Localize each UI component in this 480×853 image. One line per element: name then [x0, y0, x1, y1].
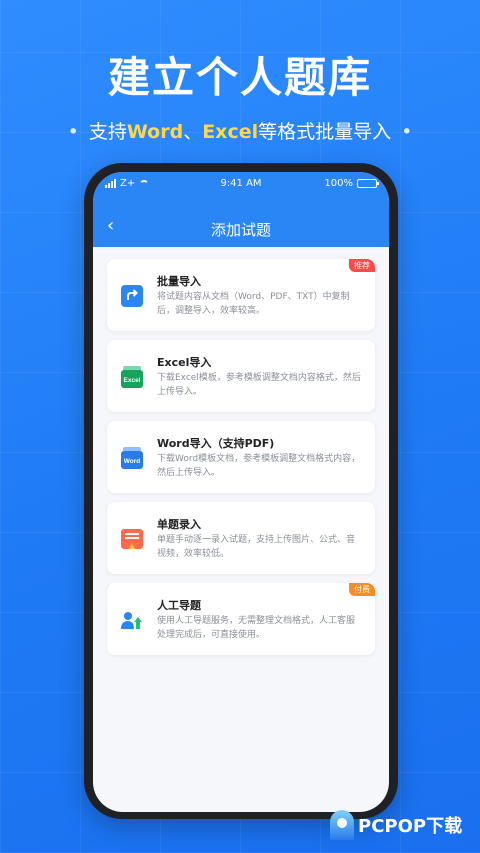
excel-icon-label: Excel — [124, 377, 141, 384]
card-description: 单题手动逐一录入试题，支持上传图片、公式、音视频，效率较低。 — [157, 535, 356, 559]
card-description: 下载Word模板文档，参考模板调整文档格式内容，然后上传导入。 — [157, 454, 361, 478]
card-title: 人工导题 — [157, 599, 201, 612]
app-bar: Z+ 9:41 AM 100% ‹ 添加试题 — [93, 172, 389, 247]
word-icon-label: Word — [124, 458, 141, 465]
subtitle-excel: Excel — [202, 121, 259, 143]
word-icon: Word — [121, 447, 143, 469]
subtitle-prefix: 支持 — [88, 121, 127, 143]
paid-badge: 付费 — [349, 583, 375, 596]
subtitle-sep: 、 — [183, 121, 203, 143]
card-description: 使用人工导题服务，无需整理文档格式，人工客服处理完成后，可直接使用。 — [157, 616, 356, 640]
battery-percent: 100% — [324, 178, 353, 189]
pcpop-logo-icon — [330, 810, 354, 840]
status-right: 100% — [324, 178, 379, 189]
option-batch-import[interactable]: 批量导入 将试题内容从文档（Word、PDF、TXT）中复制后，调整导入，效率较… — [107, 259, 375, 331]
bullet-left: • — [67, 121, 79, 143]
option-word-import[interactable]: Word Word导入（支持PDF) 下载Word模板文档，参考模板调整文档格式… — [107, 421, 375, 493]
option-single-entry[interactable]: 单题录入 单题手动逐一录入试题，支持上传图片、公式、音视频，效率较低。 — [107, 502, 375, 574]
subtitle-suffix: 等格式批量导入 — [258, 121, 392, 143]
status-bar: Z+ 9:41 AM 100% — [93, 178, 389, 194]
card-title: Word导入（支持PDF) — [157, 437, 275, 450]
card-description: 下载Excel模板，参考模板调整文档内容格式，然后上传导入。 — [157, 373, 361, 397]
watermark: PCPOP下载 — [330, 810, 462, 840]
page-title: 添加试题 — [210, 221, 271, 239]
option-manual-import[interactable]: 人工导题 使用人工导题服务，无需整理文档格式，人工客服处理完成后，可直接使用。 … — [107, 583, 375, 655]
card-description: 将试题内容从文档（Word、PDF、TXT）中复制后，调整导入，效率较高。 — [157, 292, 350, 316]
card-title: 单题录入 — [157, 518, 201, 531]
phone-screen: Z+ 9:41 AM 100% ‹ 添加试题 批量导入 将试题内容从文档（Wor… — [93, 172, 389, 812]
hero-subtitle: • 支持Word、Excel等格式批量导入 • — [0, 117, 480, 144]
recommend-badge: 推荐 — [349, 259, 375, 272]
manual-service-icon — [121, 612, 142, 629]
watermark-text: PCPOP下载 — [358, 816, 463, 837]
hero-title: 建立个人题库 — [107, 53, 372, 102]
single-entry-icon — [121, 529, 143, 549]
phone-frame: Z+ 9:41 AM 100% ‹ 添加试题 批量导入 将试题内容从文档（Wor… — [84, 163, 398, 819]
excel-icon: Excel — [121, 366, 143, 388]
share-arrow-icon — [121, 285, 143, 307]
option-excel-import[interactable]: Excel Excel导入 下载Excel模板，参考模板调整文档内容格式，然后上… — [107, 340, 375, 412]
card-title: Excel导入 — [157, 356, 212, 369]
bullet-right: • — [401, 121, 413, 143]
subtitle-word: Word — [126, 121, 184, 143]
card-title: 批量导入 — [157, 275, 201, 288]
battery-icon — [357, 179, 379, 188]
